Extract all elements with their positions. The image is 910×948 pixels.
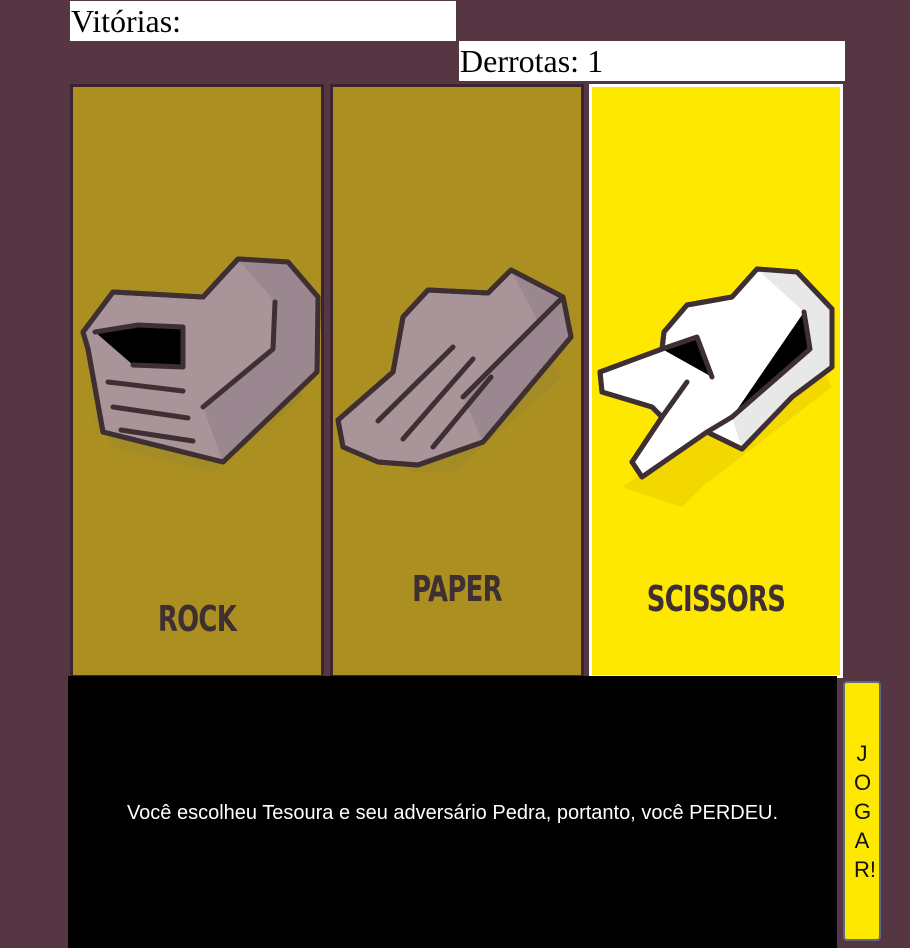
play-button-label: JOGAR!: [854, 740, 876, 882]
losses-counter: Derrotas: 1: [459, 41, 845, 81]
result-message: Você escolheu Tesoura e seu adversário P…: [126, 801, 779, 824]
wins-counter: Vitórias:: [70, 1, 456, 41]
game-screen: Vitórias: Derrotas: 1 ROCK PAPER SCISSOR…: [0, 0, 910, 948]
choice-card-paper[interactable]: PAPER: [330, 84, 584, 678]
choice-label-paper: PAPER: [412, 569, 502, 610]
rock-hand-icon: [80, 256, 321, 472]
play-button[interactable]: JOGAR!: [843, 681, 881, 941]
choice-card-rock[interactable]: ROCK: [70, 84, 324, 678]
choice-label-scissors: SCISSORS: [646, 579, 786, 620]
choice-label-rock: ROCK: [157, 599, 237, 640]
result-panel: Você escolheu Tesoura e seu adversário P…: [68, 676, 837, 948]
choice-card-scissors[interactable]: SCISSORS: [589, 84, 843, 678]
